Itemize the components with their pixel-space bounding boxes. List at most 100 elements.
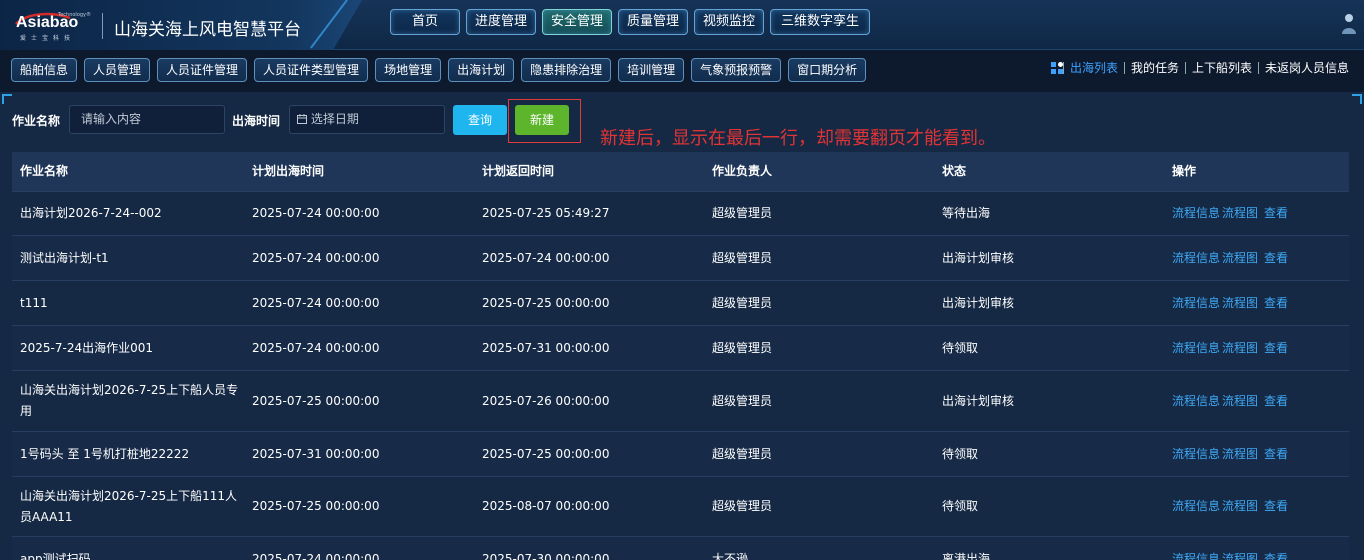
flowchart-link[interactable]: 流程图	[1222, 499, 1258, 513]
flowchart-link[interactable]: 流程图	[1222, 394, 1258, 408]
process-info-link[interactable]: 流程信息	[1172, 447, 1220, 461]
subnav-personnel-certificates[interactable]: 人员证件管理	[157, 58, 248, 82]
cell-job-name: 1号码头 至 1号机打桩地22222	[20, 446, 190, 461]
subnav-site-management[interactable]: 场地管理	[375, 58, 442, 82]
subnav-vessel-info[interactable]: 船舶信息	[11, 58, 78, 82]
view-link[interactable]: 查看	[1264, 499, 1288, 513]
link-unreturned-personnel[interactable]: 未返岗人员信息	[1257, 62, 1355, 74]
subnav-sea-plan[interactable]: 出海计划	[448, 58, 515, 82]
table-row: 山海关出海计划2026-7-25上下船人员专用 2025-07-25 00:00:…	[12, 370, 1349, 431]
cell-return-time: 2025-07-25 00:00:00	[482, 446, 610, 461]
main-nav: 首页 进度管理 安全管理 质量管理 视频监控 三维数字孪生	[390, 9, 871, 35]
flowchart-link[interactable]: 流程图	[1222, 447, 1258, 461]
subnav-personnel[interactable]: 人员管理	[84, 58, 151, 82]
cell-actions: 流程信息 流程图 查看	[1164, 444, 1349, 465]
query-button[interactable]: 查询	[453, 105, 507, 135]
cell-status: 待领取	[942, 499, 979, 513]
col-depart-time: 计划出海时间	[252, 164, 325, 178]
sea-time-label: 出海时间	[232, 114, 281, 128]
cell-return-time: 2025-08-07 00:00:00	[482, 499, 610, 513]
table-row: 出海计划2026-7-24--002 2025-07-24 00:00:00 202…	[12, 191, 1349, 235]
cell-status: 等待出海	[942, 206, 991, 220]
process-info-link[interactable]: 流程信息	[1172, 206, 1220, 220]
process-info-link[interactable]: 流程信息	[1172, 394, 1220, 408]
nav-safety[interactable]: 安全管理	[542, 9, 612, 35]
view-link[interactable]: 查看	[1264, 394, 1288, 408]
sea-date-picker[interactable]: 选择日期	[289, 105, 445, 134]
table-row: 2025-7-24出海作业001 2025-07-24 00:00:00 2025-…	[12, 325, 1349, 370]
view-link[interactable]: 查看	[1264, 296, 1288, 310]
cell-actions: 流程信息 流程图 查看	[1164, 549, 1349, 560]
view-link[interactable]: 查看	[1264, 341, 1288, 355]
process-info-link[interactable]: 流程信息	[1172, 552, 1220, 560]
cell-leader: 大不逊	[712, 551, 749, 560]
cell-job-name: 出海计划2026-7-24--002	[20, 206, 162, 220]
nav-progress[interactable]: 进度管理	[466, 9, 536, 35]
cell-status: 离港出海	[942, 551, 991, 560]
cell-return-time: 2025-07-25 05:49:27	[482, 206, 610, 220]
link-sea-list[interactable]: 出海列表	[1062, 62, 1124, 74]
flowchart-link[interactable]: 流程图	[1222, 296, 1258, 310]
col-status: 状态	[942, 164, 967, 178]
cell-leader: 超级管理员	[712, 250, 773, 265]
flowchart-link[interactable]: 流程图	[1222, 552, 1258, 560]
cell-leader: 超级管理员	[712, 340, 773, 355]
cell-actions: 流程信息 流程图 查看	[1164, 391, 1349, 412]
cell-leader: 超级管理员	[712, 393, 773, 408]
view-link[interactable]: 查看	[1264, 552, 1288, 560]
table-body: 出海计划2026-7-24--002 2025-07-24 00:00:00 202…	[12, 191, 1349, 560]
flowchart-link[interactable]: 流程图	[1222, 341, 1258, 355]
app-title: 山海关海上风电智慧平台	[114, 20, 301, 40]
top-header: Technology® Asiabao 爱士宝科技 山海关海上风电智慧平台 首页…	[0, 0, 1364, 50]
cell-return-time: 2025-07-31 00:00:00	[482, 340, 610, 355]
panel-corner	[1352, 94, 1362, 104]
cell-status: 待领取	[942, 446, 979, 461]
process-info-link[interactable]: 流程信息	[1172, 296, 1220, 310]
table-row: t111 2025-07-24 00:00:00 2025-07-25 00:00:…	[12, 280, 1349, 325]
subnav-training[interactable]: 培训管理	[618, 58, 685, 82]
col-actions: 操作	[1172, 164, 1197, 178]
cell-return-time: 2025-07-26 00:00:00	[482, 393, 610, 408]
cell-status: 出海计划审核	[942, 250, 1015, 265]
sea-date-placeholder: 选择日期	[310, 112, 359, 126]
cell-leader: 超级管理员	[712, 206, 773, 220]
subnav-weather-warning[interactable]: 气象预报预警	[691, 58, 782, 82]
link-my-tasks[interactable]: 我的任务	[1123, 62, 1185, 74]
process-info-link[interactable]: 流程信息	[1172, 341, 1220, 355]
cell-job-name: t111	[20, 295, 48, 310]
nav-video[interactable]: 视频监控	[694, 9, 764, 35]
process-info-link[interactable]: 流程信息	[1172, 499, 1220, 513]
cell-job-name: app测试扫码	[20, 551, 91, 560]
job-name-input[interactable]: 请输入内容	[69, 105, 225, 134]
cell-status: 出海计划审核	[942, 295, 1015, 310]
header-divider	[102, 13, 103, 39]
list-grid-icon	[1050, 62, 1063, 74]
cell-status: 出海计划审核	[942, 393, 1015, 408]
cell-actions: 流程信息 流程图 查看	[1164, 293, 1349, 314]
nav-quality[interactable]: 质量管理	[618, 9, 688, 35]
logo-subtitle: 爱士宝科技	[20, 35, 76, 42]
cell-job-name: 山海关出海计划2026-7-25上下船111人员AAA11	[20, 488, 238, 524]
flowchart-link[interactable]: 流程图	[1222, 206, 1258, 220]
user-icon[interactable]	[1340, 12, 1356, 36]
subnav-certificate-types[interactable]: 人员证件类型管理	[254, 58, 369, 82]
view-link[interactable]: 查看	[1264, 251, 1288, 265]
quick-links: 出海列表 我的任务 上下船列表 未返岗人员信息	[1050, 62, 1355, 74]
table-row: 1号码头 至 1号机打桩地22222 2025-07-31 00:00:00 202…	[12, 431, 1349, 476]
nav-home[interactable]: 首页	[390, 9, 460, 35]
process-info-link[interactable]: 流程信息	[1172, 251, 1220, 265]
cell-depart-time: 2025-07-24 00:00:00	[252, 250, 380, 265]
calendar-icon	[297, 114, 307, 124]
link-boarding-list[interactable]: 上下船列表	[1184, 62, 1258, 74]
cell-job-name: 测试出海计划-t1	[20, 250, 109, 265]
col-return-time: 计划返回时间	[482, 164, 555, 178]
view-link[interactable]: 查看	[1264, 447, 1288, 461]
new-button[interactable]: 新建	[515, 105, 569, 135]
subnav-window-analysis[interactable]: 窗口期分析	[788, 58, 867, 82]
subnav-hazard-control[interactable]: 隐患排除治理	[521, 58, 612, 82]
sea-plan-table: 作业名称 计划出海时间 计划返回时间 作业负责人 状态 操作 出海计划2026-…	[12, 152, 1349, 560]
flowchart-link[interactable]: 流程图	[1222, 251, 1258, 265]
nav-digital-twin[interactable]: 三维数字孪生	[770, 9, 871, 35]
view-link[interactable]: 查看	[1264, 206, 1288, 220]
cell-depart-time: 2025-07-24 00:00:00	[252, 340, 380, 355]
